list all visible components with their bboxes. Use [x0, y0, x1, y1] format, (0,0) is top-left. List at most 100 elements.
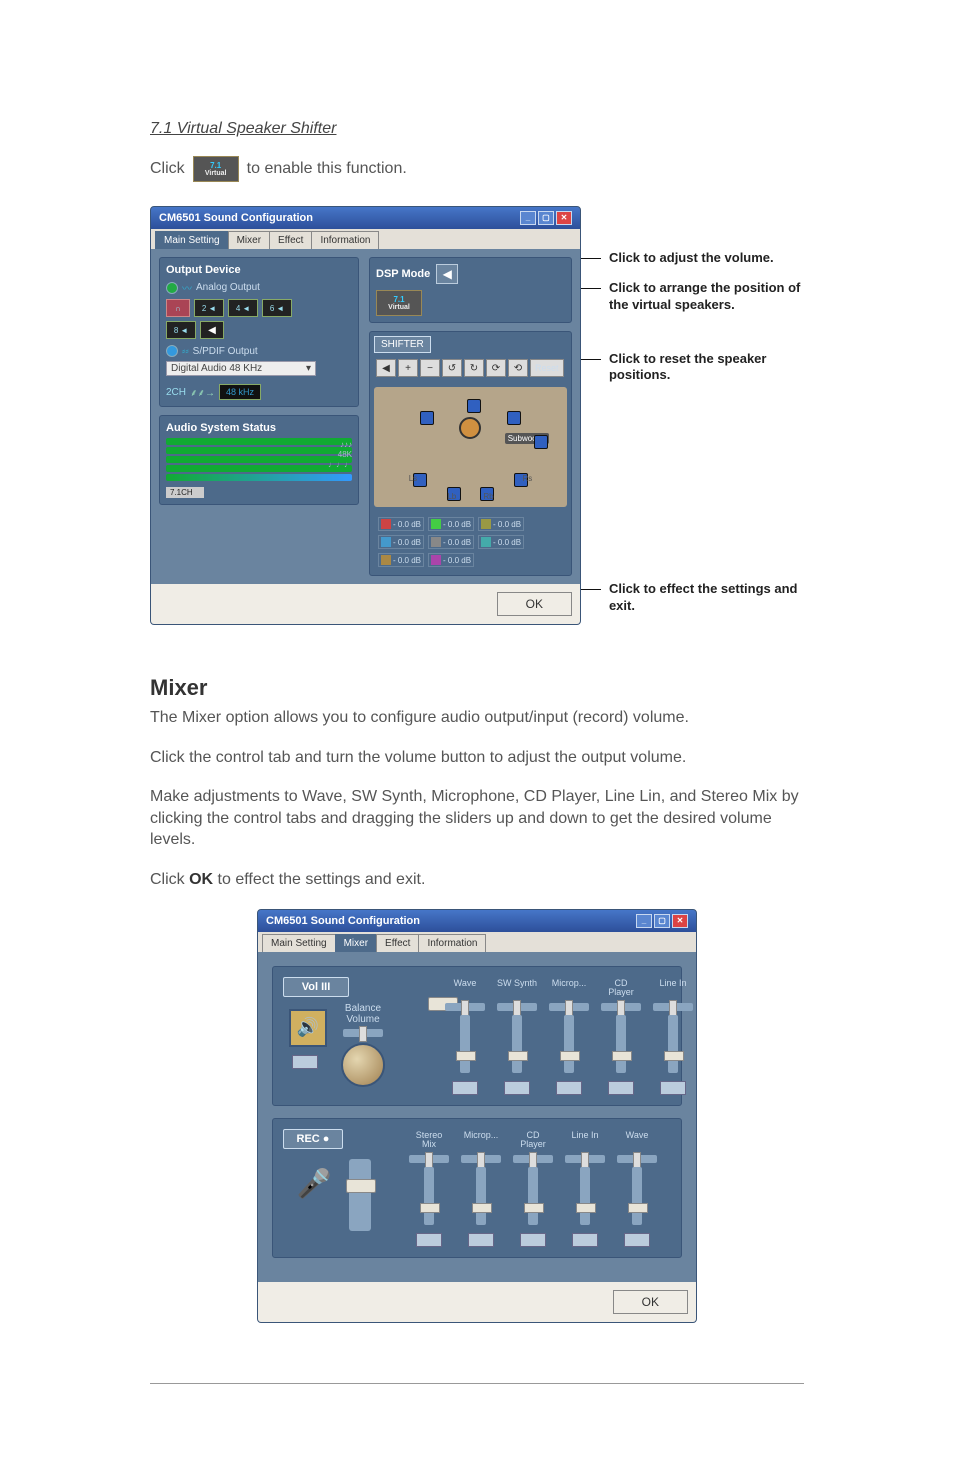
titlebar: CM6501 Sound Configuration _ ▢ ✕: [258, 910, 696, 932]
speaker-sub-icon[interactable]: [534, 435, 548, 449]
spdif-radio-icon[interactable]: [166, 345, 178, 357]
speaker-C-icon[interactable]: [467, 399, 481, 413]
mixer-heading: Mixer: [150, 675, 804, 701]
balance-slider-cd[interactable]: [601, 1003, 641, 1011]
select-cd-button[interactable]: [520, 1233, 546, 1247]
maximize-icon[interactable]: ▢: [538, 211, 554, 225]
close-icon[interactable]: ✕: [556, 211, 572, 225]
status-bar: [166, 447, 352, 454]
rec-master-slider[interactable]: [349, 1159, 371, 1231]
slider-label: Microp...: [464, 1131, 499, 1151]
select-linein-button[interactable]: [572, 1233, 598, 1247]
reset-button[interactable]: Reset: [530, 359, 564, 377]
balance-slider-recmic[interactable]: [461, 1155, 501, 1163]
rec-slider-mic[interactable]: [476, 1167, 486, 1225]
listener-icon[interactable]: [459, 417, 481, 439]
virtual-7-1-button[interactable]: 7.1 Virtual: [193, 156, 239, 182]
tab-main-setting[interactable]: Main Setting: [262, 934, 336, 952]
zoom-rotate-icon[interactable]: ⟳: [486, 359, 506, 377]
volume-slider-swsynth[interactable]: [512, 1015, 522, 1073]
intro-suffix: to enable this function.: [247, 160, 407, 178]
speakers-8-button[interactable]: 8 ◄: [166, 321, 196, 339]
volume-slider-linein[interactable]: [668, 1015, 678, 1073]
tab-information[interactable]: Information: [311, 231, 379, 249]
balance-slider-swsynth[interactable]: [497, 1003, 537, 1011]
master-volume-knob[interactable]: [341, 1043, 385, 1087]
balance-slider-linein[interactable]: [653, 1003, 693, 1011]
mixer-p4-post: to effect the settings and exit.: [213, 871, 425, 888]
master-mute-button[interactable]: [292, 1055, 318, 1069]
speaker-Ls-label: Ls: [409, 474, 417, 483]
mute-swsynth-button[interactable]: [504, 1081, 530, 1095]
speaker-room-view[interactable]: L R Subwoofer Ls Rs: [374, 387, 567, 507]
balance-slider-stereomix[interactable]: [409, 1155, 449, 1163]
mute-mic-button[interactable]: [556, 1081, 582, 1095]
select-wave-button[interactable]: [624, 1233, 650, 1247]
balance-slider-wave[interactable]: [445, 1003, 485, 1011]
speakers-2-button[interactable]: 2 ◄: [194, 299, 224, 317]
callout-reset: Click to reset the speaker positions.: [591, 351, 804, 384]
select-mic-button[interactable]: [468, 1233, 494, 1247]
digital-audio-select[interactable]: Digital Audio 48 KHz ▾: [166, 361, 316, 376]
slider-label: CD Player: [513, 1131, 553, 1151]
rotate-cw-icon[interactable]: ↻: [464, 359, 484, 377]
volume-slider-mic[interactable]: [564, 1015, 574, 1073]
balance-slider-recwave[interactable]: [617, 1155, 657, 1163]
zoom-in-icon[interactable]: +: [398, 359, 418, 377]
speakers-4-button[interactable]: 4 ◄: [228, 299, 258, 317]
volume-slider-wave[interactable]: [460, 1015, 470, 1073]
ok-button[interactable]: OK: [613, 1290, 688, 1314]
mute-wave-button[interactable]: [452, 1081, 478, 1095]
minimize-icon[interactable]: _: [520, 211, 536, 225]
volume-adjust-icon[interactable]: ◀: [200, 321, 224, 339]
zoom-out-icon[interactable]: −: [420, 359, 440, 377]
dsp-virtual-button[interactable]: 7.1 Virtual: [376, 290, 422, 316]
headphone-icon[interactable]: ∩: [166, 299, 190, 317]
rotate-both-icon[interactable]: ⟲: [508, 359, 528, 377]
tab-effect[interactable]: Effect: [269, 231, 312, 249]
speaker-L-icon[interactable]: [420, 411, 434, 425]
mute-icon[interactable]: ◀: [376, 359, 396, 377]
tab-main-setting[interactable]: Main Setting: [155, 231, 229, 249]
sample-rate-button[interactable]: 48 kHz: [219, 384, 261, 400]
tab-information[interactable]: Information: [418, 934, 486, 952]
balance-slider-mic[interactable]: [549, 1003, 589, 1011]
vol-label: Vol III: [283, 977, 349, 997]
tab-effect[interactable]: Effect: [376, 934, 419, 952]
speaker-R-icon[interactable]: [507, 411, 521, 425]
btn-top: 7.1: [210, 162, 221, 170]
mute-cd-button[interactable]: [608, 1081, 634, 1095]
mute-linein-button[interactable]: [660, 1081, 686, 1095]
minimize-icon[interactable]: _: [636, 914, 652, 928]
slider-label: SW Synth: [497, 979, 537, 999]
tab-mixer[interactable]: Mixer: [335, 934, 377, 952]
spdif-wave-icon: ⸗⸗: [182, 346, 189, 357]
analog-radio-icon[interactable]: [166, 282, 178, 294]
speakers-6-button[interactable]: 6 ◄: [262, 299, 292, 317]
rec-slider-wave[interactable]: [632, 1167, 642, 1225]
rec-slider-cd[interactable]: [528, 1167, 538, 1225]
rec-slider-stereomix[interactable]: [424, 1167, 434, 1225]
balance-slider-reccd[interactable]: [513, 1155, 553, 1163]
tab-strip: Main Setting Mixer Effect Information: [258, 932, 696, 952]
select-stereomix-button[interactable]: [416, 1233, 442, 1247]
maximize-icon[interactable]: ▢: [654, 914, 670, 928]
mixer-p2: Click the control tab and turn the volum…: [150, 747, 804, 769]
balance-slider[interactable]: [343, 1029, 383, 1037]
tab-mixer[interactable]: Mixer: [228, 231, 270, 249]
microphone-icon: 🎤: [293, 1163, 335, 1205]
ok-button[interactable]: OK: [497, 592, 572, 616]
btn-bottom: Virtual: [205, 170, 227, 177]
rec-slider-linein[interactable]: [580, 1167, 590, 1225]
rotate-ccw-icon[interactable]: ↺: [442, 359, 462, 377]
mixer-p1: The Mixer option allows you to configure…: [150, 707, 804, 729]
speaker-Rs-label: Rs: [522, 474, 532, 483]
volume-slider-cd[interactable]: [616, 1015, 626, 1073]
status-icon: ♪♪♪: [328, 440, 352, 450]
volume-icon[interactable]: ◀: [436, 264, 458, 284]
window-title: CM6501 Sound Configuration: [159, 212, 313, 224]
close-icon[interactable]: ✕: [672, 914, 688, 928]
titlebar: CM6501 Sound Configuration _ ▢ ✕: [151, 207, 580, 229]
balance-slider-reclinein[interactable]: [565, 1155, 605, 1163]
dsp-heading: DSP Mode: [376, 268, 430, 280]
